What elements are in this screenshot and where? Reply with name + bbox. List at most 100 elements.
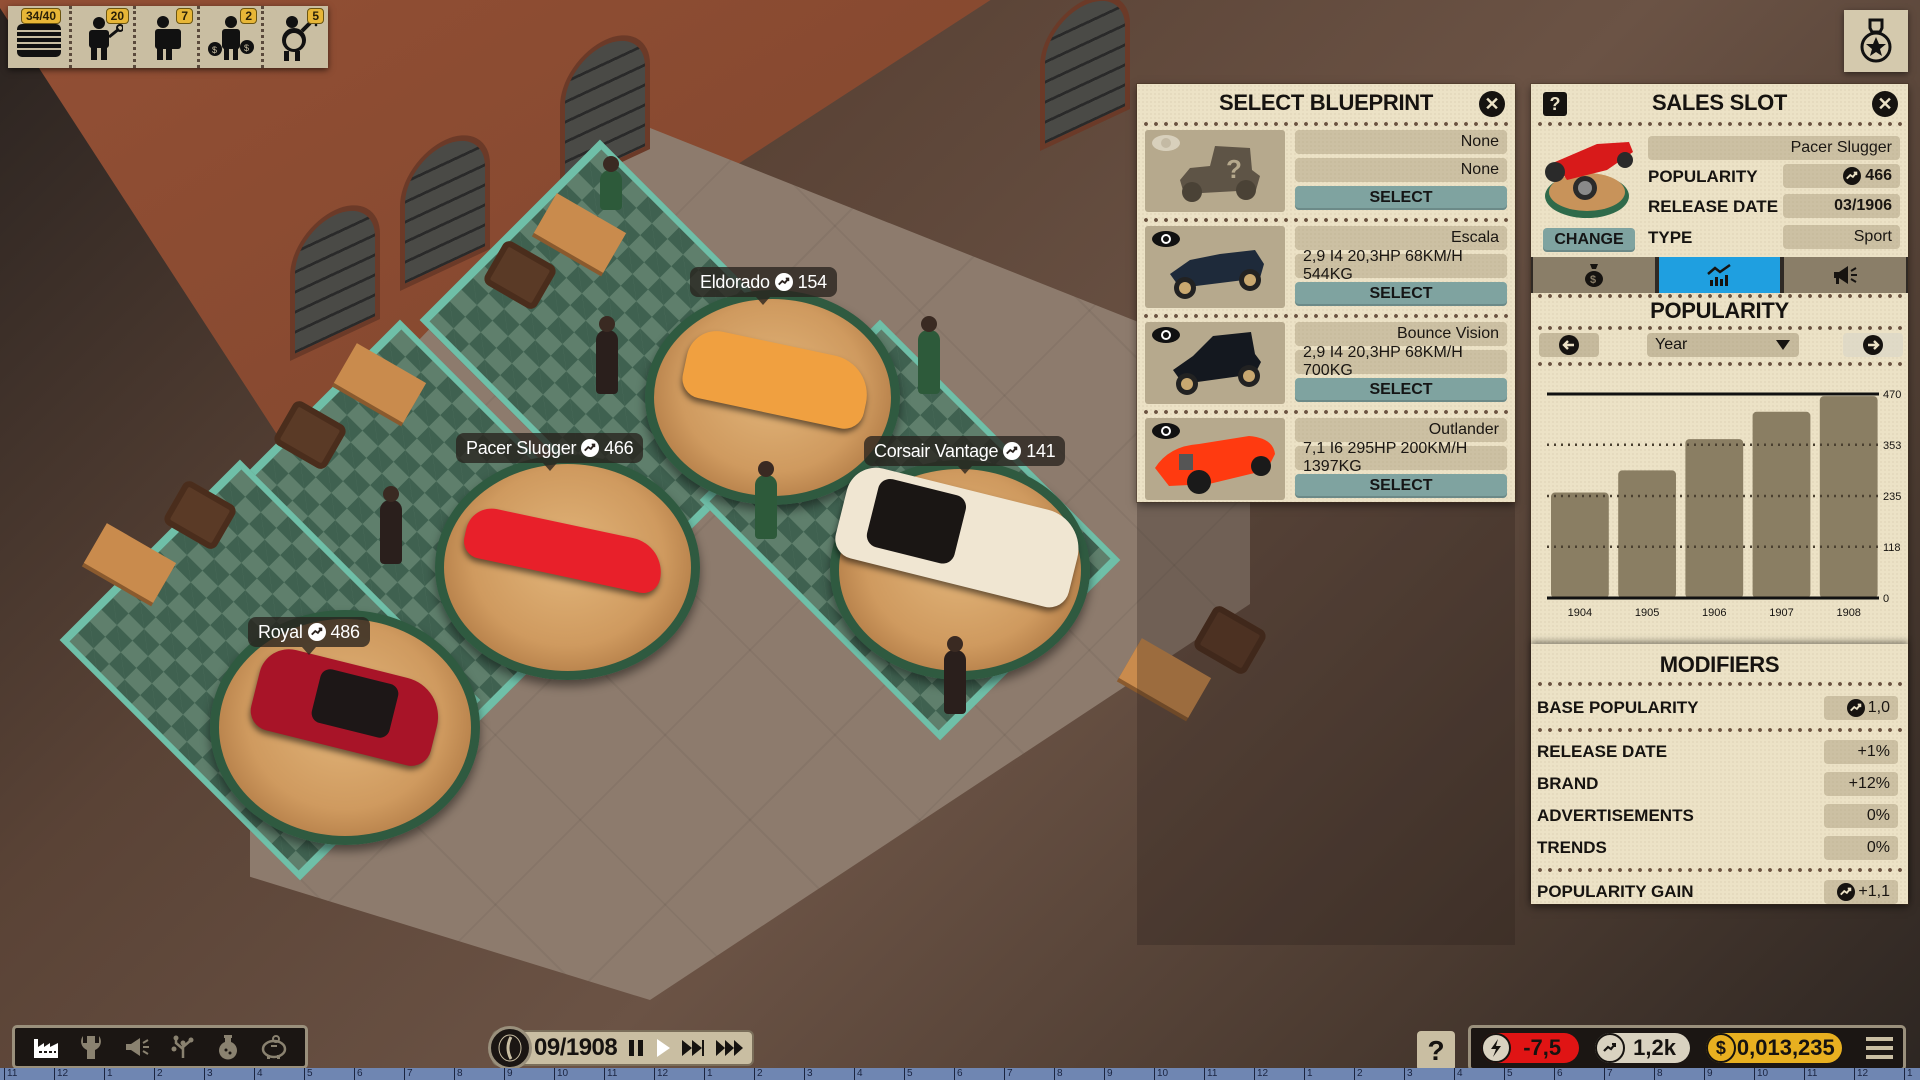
ruler-month-label: 12 — [1854, 1068, 1868, 1080]
piggy-bank-icon — [261, 1035, 287, 1059]
achievements-button[interactable] — [1844, 10, 1908, 72]
salesman-figure — [755, 461, 777, 539]
clock-icon — [498, 1034, 522, 1062]
car-pacer-slugger[interactable] — [460, 503, 668, 597]
chart-y-tick-label: 353 — [1883, 440, 1901, 452]
help-icon: ? — [1427, 1035, 1445, 1066]
selected-car-image — [1545, 142, 1633, 218]
ruler-month-label: 10 — [1754, 1068, 1768, 1080]
money-balance[interactable]: $ 0,013,235 — [1705, 1033, 1842, 1063]
arched-window — [1040, 0, 1130, 151]
blueprint-item[interactable]: Bounce Vision 2,9 I4 20,3HP 68KM/H 700KG… — [1143, 320, 1509, 406]
ruler-month-label: 11 — [604, 1068, 617, 1080]
modifier-row: BASE POPULARITY 1,0 — [1537, 696, 1898, 720]
select-blueprint-button[interactable]: SELECT — [1295, 378, 1507, 402]
close-icon: ✕ — [1484, 94, 1500, 114]
modifier-value-field: +1,1 — [1824, 880, 1898, 904]
ruler-month-label: 11 — [4, 1068, 17, 1080]
salesman-figure — [918, 316, 940, 394]
blueprint-item[interactable]: ? None None SELECT — [1143, 128, 1509, 214]
ruler-month-label: 7 — [1004, 1068, 1013, 1080]
arrow-left-icon — [1559, 335, 1579, 355]
divider — [1535, 868, 1904, 872]
select-blueprint-button[interactable]: SELECT — [1295, 186, 1507, 210]
popularity-bar-chart: 1904 1905 1906 1907 1908 0 118 235 353 470 — [1547, 389, 1901, 619]
blueprint-specs: 2,9 I4 20,3HP 68KM/H 544KG — [1295, 248, 1507, 283]
sales-slot-platform-pacer-slugger[interactable] — [435, 455, 700, 680]
salesmen-count-badge: 2 — [240, 8, 257, 24]
car-eldorado[interactable] — [678, 325, 875, 433]
popularity-icon — [1003, 442, 1022, 460]
dropdown-arrow-icon — [1776, 340, 1790, 350]
pause-button[interactable] — [627, 1038, 645, 1058]
finance-button[interactable] — [254, 1030, 294, 1064]
chart-x-tick-label: 1906 — [1702, 607, 1726, 619]
chart-y-tick-label: 0 — [1883, 593, 1889, 605]
laboratory-button[interactable] — [208, 1030, 248, 1064]
car-label-eldorado: Eldorado 154 — [690, 267, 837, 305]
menu-button[interactable] — [1865, 1037, 1893, 1059]
energy-balance[interactable]: -7,5 — [1481, 1033, 1580, 1063]
research-tree-button[interactable] — [163, 1030, 203, 1064]
engineering-button[interactable] — [71, 1030, 111, 1064]
play-icon — [657, 1039, 671, 1057]
fast-forward-button[interactable] — [681, 1038, 705, 1058]
car-label-pacer-slugger: Pacer Slugger 466 — [456, 433, 644, 471]
modifier-value-field: +1% — [1824, 740, 1898, 764]
type-label: TYPE — [1648, 228, 1693, 247]
period-dropdown[interactable]: Year — [1647, 333, 1799, 357]
ruler-month-label: 2 — [1354, 1068, 1363, 1080]
release-date-value: 03/1906 — [1783, 194, 1900, 218]
close-sales-slot-button[interactable]: ✕ — [1872, 91, 1898, 117]
factory-button[interactable] — [26, 1030, 66, 1064]
mechanics-slot[interactable]: 20 — [72, 6, 136, 68]
ruler-month-label: 7 — [404, 1068, 413, 1080]
ruler-month-label: 3 — [804, 1068, 813, 1080]
clock-button[interactable] — [488, 1026, 532, 1070]
blueprint-name: Bounce Vision — [1295, 322, 1507, 346]
next-period-button[interactable] — [1843, 333, 1903, 357]
previous-period-button[interactable] — [1539, 333, 1599, 357]
marketing-button[interactable] — [117, 1030, 157, 1064]
tab-advertising[interactable] — [1784, 257, 1907, 293]
fastest-forward-button[interactable] — [715, 1038, 745, 1058]
blueprint-item[interactable]: Outlander 7,1 I6 295HP 200KM/H 1397KG SE… — [1143, 416, 1509, 502]
car-royal[interactable] — [246, 642, 447, 771]
change-car-button[interactable]: CHANGE — [1543, 228, 1635, 252]
select-blueprint-button[interactable]: SELECT — [1295, 474, 1507, 498]
ruler-month-label: 1 — [104, 1068, 113, 1080]
pause-icon — [629, 1040, 644, 1056]
blueprint-thumbnail-unknown: ? — [1145, 130, 1285, 212]
brand-popularity[interactable]: 1,2k — [1595, 1033, 1690, 1063]
help-button[interactable]: ? — [1417, 1031, 1455, 1071]
svg-text:$: $ — [1590, 274, 1596, 286]
porters-slot[interactable]: 7 — [136, 6, 200, 68]
car-label-popularity: 141 — [1026, 440, 1056, 461]
fast-forward-icon — [682, 1040, 705, 1056]
blueprint-item[interactable]: Escala 2,9 I4 20,3HP 68KM/H 544KG SELECT — [1143, 224, 1509, 310]
time-controls: 09/1908 — [488, 1026, 754, 1070]
salesmen-slot[interactable]: 2 $ $ — [200, 6, 264, 68]
tab-finance[interactable]: $ — [1533, 257, 1655, 293]
main-toolbar — [12, 1025, 308, 1069]
play-button[interactable] — [655, 1038, 671, 1058]
car-label-popularity: 154 — [797, 271, 827, 292]
modifier-label: POPULARITY GAIN — [1537, 882, 1694, 901]
close-blueprint-panel-button[interactable]: ✕ — [1479, 91, 1505, 117]
arrow-right-icon — [1863, 335, 1883, 355]
modifier-value-field: 0% — [1824, 836, 1898, 860]
chart-bar-1907 — [1752, 411, 1811, 598]
popularity-section-title: POPULARITY — [1650, 298, 1789, 323]
type-value: Sport — [1783, 225, 1900, 249]
factory-icon — [33, 1039, 58, 1058]
select-blueprint-button[interactable]: SELECT — [1295, 282, 1507, 306]
ruler-month-label: 2 — [154, 1068, 163, 1080]
modifier-label: BRAND — [1537, 774, 1599, 793]
storage-slot[interactable]: 34/40 — [8, 6, 72, 68]
ruler-month-label: 10 — [1154, 1068, 1168, 1080]
tab-popularity[interactable] — [1658, 257, 1781, 293]
timeline-ruler[interactable]: 11 12 1 2 3 4 5 6 7 8 9 10 11 12 1 2 3 4 5 6 7 8 9 10 11 12 1 2 3 4 5 6… — [0, 1068, 1920, 1080]
scientists-slot[interactable]: 5 — [264, 6, 328, 68]
divider — [1141, 218, 1511, 222]
select-blueprint-panel: SELECT BLUEPRINT ✕ ? None None SELECT Es… — [1137, 84, 1515, 502]
